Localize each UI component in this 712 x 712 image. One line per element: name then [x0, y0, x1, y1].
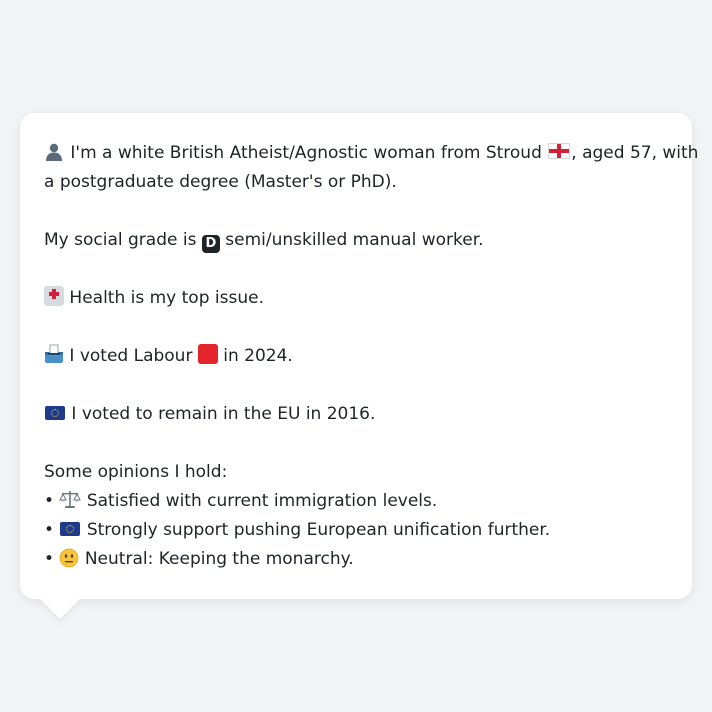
- persona-card: I'm a white British Atheist/Agnostic wom…: [20, 113, 698, 599]
- opinion-item: • Neutral: Keeping the monarchy.: [44, 545, 668, 574]
- opinion-text: Satisfied with current immigration level…: [86, 491, 438, 511]
- eu-flag-icon: [45, 406, 65, 420]
- opinion-item: • Satisfied with current immigration lev…: [44, 487, 668, 516]
- identity-text-part1: I'm a white British Atheist/Agnostic wom…: [70, 143, 542, 163]
- top-issue-text: Health is my top issue.: [69, 288, 264, 308]
- opinions-heading: Some opinions I hold:: [44, 462, 228, 482]
- vote-2024-line: I voted Labour in 2024.: [44, 342, 668, 371]
- social-grade-line: My social grade is D semi/unskilled manu…: [44, 226, 668, 255]
- eu-flag-icon: [60, 522, 81, 536]
- opinion-text: Neutral: Keeping the monarchy.: [84, 549, 354, 569]
- red-square-icon: [197, 344, 218, 364]
- letter-d-icon: D: [201, 235, 220, 253]
- person-silhouette-icon: [44, 141, 64, 161]
- england-flag-icon: [548, 143, 571, 159]
- top-issue-paragraph: Health is my top issue.: [44, 284, 668, 313]
- ballot-box-icon: [45, 344, 63, 363]
- scales-icon: [59, 491, 82, 508]
- neutral-face-icon: [60, 548, 79, 568]
- vote-2024-paragraph: I voted Labour in 2024.: [44, 342, 668, 371]
- eu-vote-paragraph: I voted to remain in the EU in 2016.: [44, 400, 668, 429]
- identity-text-part2: , aged 57, with: [571, 143, 699, 163]
- social-grade-prefix: My social grade is: [44, 230, 197, 250]
- eu-vote-line: I voted to remain in the EU in 2016.: [44, 400, 668, 429]
- eu-vote-text: I voted to remain in the EU in 2016.: [71, 404, 376, 424]
- top-issue-line: Health is my top issue.: [44, 284, 668, 313]
- bullet: •: [44, 520, 55, 540]
- opinions-paragraph: Some opinions I hold: • Satisfied with c…: [44, 458, 668, 574]
- hospital-icon: [44, 286, 64, 306]
- bullet: •: [44, 549, 55, 569]
- social-grade-text: semi/unskilled manual worker.: [225, 230, 484, 250]
- social-grade-paragraph: My social grade is D semi/unskilled manu…: [44, 226, 668, 255]
- speech-bubble-tail: [40, 599, 80, 619]
- opinion-text: Strongly support pushing European unific…: [86, 520, 551, 540]
- vote-2024-suffix: in 2024.: [223, 346, 293, 366]
- opinion-item: • Strongly support pushing European unif…: [44, 516, 668, 545]
- identity-paragraph: I'm a white British Atheist/Agnostic wom…: [44, 139, 698, 197]
- identity-line-1: I'm a white British Atheist/Agnostic wom…: [44, 139, 698, 168]
- identity-line-2: a postgraduate degree (Master's or PhD).: [44, 172, 397, 192]
- bullet: •: [44, 491, 55, 511]
- vote-2024-prefix: I voted Labour: [69, 346, 193, 366]
